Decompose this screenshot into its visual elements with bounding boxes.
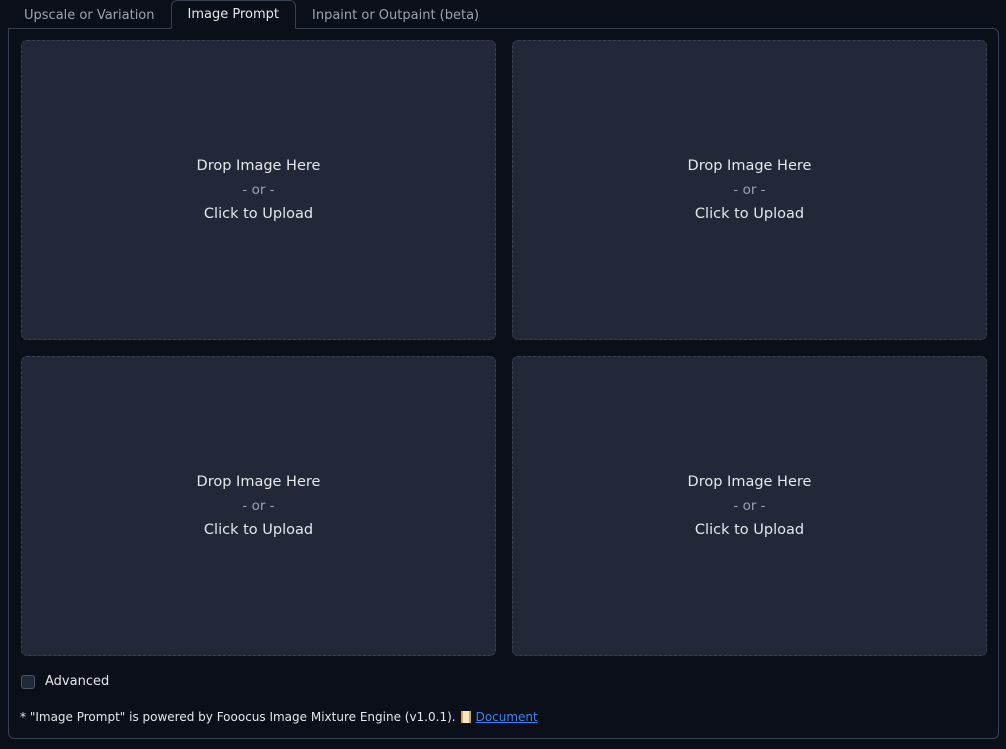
drop-zone-upload-label: Click to Upload bbox=[203, 206, 314, 222]
tab-panel-image-prompt: Drop Image Here - or - Click to Upload D… bbox=[8, 28, 999, 739]
document-link[interactable]: Document bbox=[476, 710, 538, 724]
image-drop-zone-1[interactable]: Drop Image Here - or - Click to Upload bbox=[21, 40, 496, 340]
advanced-checkbox-row[interactable]: Advanced bbox=[21, 674, 109, 689]
image-drop-zone-4[interactable]: Drop Image Here - or - Click to Upload bbox=[512, 356, 987, 656]
footnote: * "Image Prompt" is powered by Fooocus I… bbox=[20, 710, 538, 724]
image-drop-zone-3[interactable]: Drop Image Here - or - Click to Upload bbox=[21, 356, 496, 656]
advanced-checkbox[interactable] bbox=[21, 674, 35, 689]
tab-bar: Upscale or Variation Image Prompt Inpain… bbox=[8, 0, 495, 29]
drop-zone-title: Drop Image Here bbox=[196, 158, 321, 174]
tab-image-prompt[interactable]: Image Prompt bbox=[170, 0, 296, 29]
drop-zone-upload-label: Click to Upload bbox=[694, 206, 805, 222]
app-root: Upscale or Variation Image Prompt Inpain… bbox=[0, 0, 1006, 749]
scroll-icon bbox=[460, 711, 471, 723]
drop-zone-separator: - or - bbox=[242, 182, 275, 198]
footnote-text: * "Image Prompt" is powered by Fooocus I… bbox=[20, 710, 456, 724]
image-prompt-grid: Drop Image Here - or - Click to Upload D… bbox=[21, 40, 987, 656]
advanced-label: Advanced bbox=[45, 674, 110, 689]
drop-zone-title: Drop Image Here bbox=[687, 474, 812, 490]
tab-inpaint-or-outpaint[interactable]: Inpaint or Outpaint (beta) bbox=[296, 1, 495, 29]
drop-zone-title: Drop Image Here bbox=[687, 158, 812, 174]
drop-zone-separator: - or - bbox=[733, 182, 766, 198]
drop-zone-separator: - or - bbox=[733, 498, 766, 514]
drop-zone-upload-label: Click to Upload bbox=[203, 522, 314, 538]
drop-zone-separator: - or - bbox=[242, 498, 275, 514]
image-drop-zone-2[interactable]: Drop Image Here - or - Click to Upload bbox=[512, 40, 987, 340]
drop-zone-title: Drop Image Here bbox=[196, 474, 321, 490]
tab-upscale-or-variation[interactable]: Upscale or Variation bbox=[8, 1, 171, 29]
drop-zone-upload-label: Click to Upload bbox=[694, 522, 805, 538]
